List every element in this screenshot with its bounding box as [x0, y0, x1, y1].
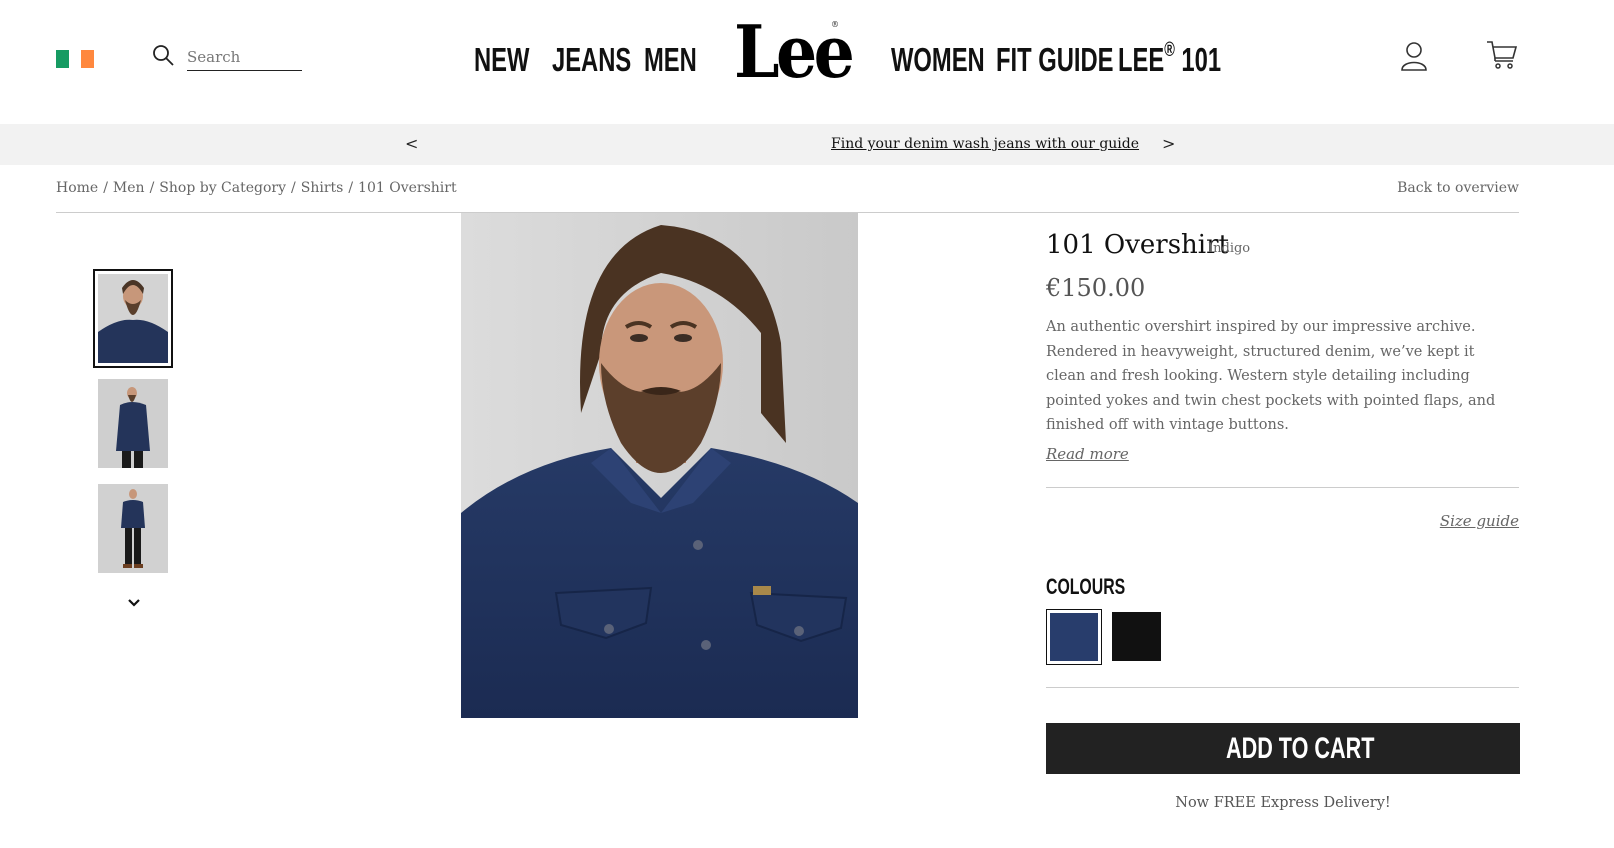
breadcrumb-separator: / [348, 180, 354, 196]
breadcrumb-men[interactable]: Men [113, 180, 145, 196]
product-thumbnail-1[interactable] [98, 274, 168, 363]
portrait-thumbnail-image [98, 274, 168, 363]
nav-new[interactable]: NEW [474, 40, 529, 80]
chevron-down-icon[interactable] [127, 598, 141, 608]
breadcrumb-current[interactable]: 101 Overshirt [358, 180, 457, 196]
colour-swatch-indigo[interactable] [1046, 609, 1102, 665]
nav-lee-101-suffix: 101 [1174, 41, 1222, 78]
logo-registered-mark: ® [831, 20, 839, 29]
size-guide-link[interactable]: Size guide [1440, 512, 1519, 530]
breadcrumb: Home / Men / Shop by Category / Shirts/101 Ove… [56, 180, 457, 196]
nav-jeans[interactable]: JEANS [552, 40, 631, 80]
user-icon[interactable] [1400, 40, 1428, 72]
breadcrumb-home[interactable]: Home [56, 180, 98, 196]
colours-label: COLOURS [1046, 574, 1126, 599]
promo-next-arrow[interactable]: > [1162, 134, 1175, 153]
product-color-name: Indigo [1208, 241, 1251, 256]
half-body-thumbnail-image [98, 379, 168, 468]
divider [1046, 687, 1519, 688]
breadcrumb-shop-by-category[interactable]: Shop by Category [159, 180, 286, 196]
nav-lee-101-prefix: LEE [1118, 41, 1165, 78]
promo-prev-arrow[interactable]: < [405, 134, 418, 153]
back-to-overview-link[interactable]: Back to overview [1397, 180, 1519, 196]
product-thumbnail-3[interactable] [98, 484, 168, 573]
nav-fit-guide[interactable]: FIT GUIDE [996, 40, 1113, 80]
breadcrumb-shirts[interactable]: Shirts [301, 180, 344, 196]
promo-link[interactable]: Find your denim wash jeans with our guid… [831, 136, 1139, 152]
add-to-cart-label: ADD TO CART [1226, 732, 1375, 765]
search-icon[interactable] [152, 44, 174, 66]
colour-swatch-black[interactable] [1112, 612, 1161, 661]
nav-women[interactable]: WOMEN [891, 40, 985, 80]
delivery-note: Now FREE Express Delivery! [1175, 795, 1391, 811]
country-flag-icon[interactable] [56, 50, 95, 68]
cart-icon[interactable] [1486, 40, 1518, 70]
nav-lee-101[interactable]: LEE® 101 [1118, 40, 1221, 80]
promo-bar [0, 124, 1614, 165]
product-main-image[interactable] [461, 213, 858, 718]
read-more-link[interactable]: Read more [1046, 445, 1129, 463]
product-thumbnail-2[interactable] [98, 379, 168, 468]
breadcrumb-separator: / [291, 180, 296, 196]
breadcrumb-separator: / [103, 180, 108, 196]
product-title: 101 Overshirt [1046, 230, 1229, 260]
divider [1046, 487, 1519, 488]
product-description: An authentic overshirt inspired by our i… [1046, 319, 1496, 433]
add-to-cart-button[interactable]: ADD TO CART [1046, 723, 1520, 774]
breadcrumb-separator: / [149, 180, 155, 196]
swatch-fill [1050, 613, 1098, 661]
nav-men[interactable]: MEN [644, 40, 697, 80]
model-wearing-overshirt-image [461, 213, 858, 718]
nav-lee-101-registered: ® [1164, 39, 1175, 61]
full-body-thumbnail-image [98, 484, 168, 573]
search-input[interactable] [187, 44, 302, 71]
product-price: €150.00 [1046, 274, 1146, 302]
